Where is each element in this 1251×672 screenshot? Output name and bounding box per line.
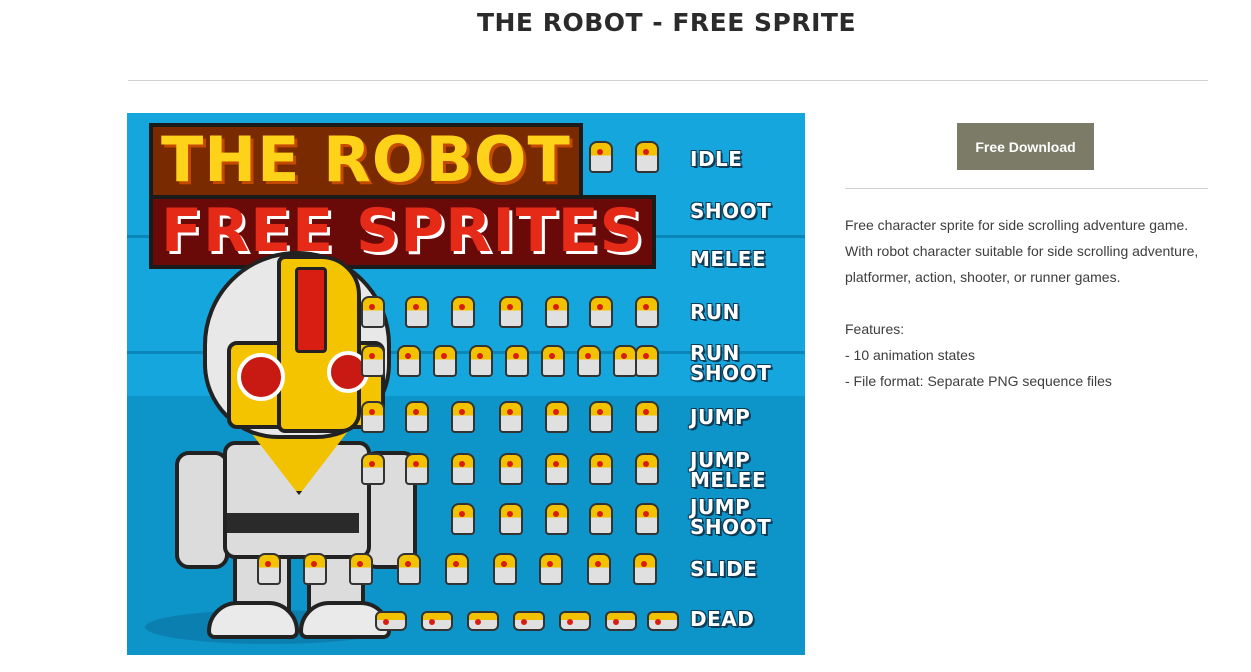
free-download-button[interactable]: Free Download xyxy=(957,123,1094,170)
sprite-frame xyxy=(559,611,591,631)
label-shoot: SHOOT xyxy=(690,199,772,223)
description-line: Free character sprite for side scrolling… xyxy=(845,217,1189,233)
sprite-frame xyxy=(541,345,565,377)
section-divider xyxy=(845,188,1208,189)
sprite-frame xyxy=(633,553,657,585)
sprite-frame xyxy=(545,453,569,485)
feature-item: - 10 animation states xyxy=(845,347,975,363)
sprite-frame xyxy=(469,345,493,377)
sprite-frame xyxy=(451,503,475,535)
sprite-frame xyxy=(405,401,429,433)
sprite-frame xyxy=(635,296,659,328)
sprite-frame xyxy=(405,453,429,485)
sprite-frame xyxy=(499,503,523,535)
sprite-preview-image: THE ROBOT FREE SPRITES IDLE SHOOT MELEE … xyxy=(127,113,805,655)
sprite-frame xyxy=(589,503,613,535)
sprite-frame xyxy=(647,611,679,631)
sprite-frame xyxy=(451,401,475,433)
sprite-frame xyxy=(545,503,569,535)
sprite-frame xyxy=(635,503,659,535)
label-run: RUN xyxy=(690,300,740,324)
sprite-frame xyxy=(451,453,475,485)
sprite-frame xyxy=(613,345,637,377)
sprite-frame xyxy=(451,296,475,328)
sprite-frame xyxy=(589,453,613,485)
sprite-frame xyxy=(361,453,385,485)
page-title: THE ROBOT - FREE SPRITE xyxy=(476,8,857,37)
sprite-frame xyxy=(589,141,613,173)
sprite-frame xyxy=(257,553,281,585)
sprite-frame xyxy=(421,611,453,631)
title-divider xyxy=(128,80,1208,81)
sprite-frame xyxy=(303,553,327,585)
sprite-frame xyxy=(545,296,569,328)
sprite-frame xyxy=(493,553,517,585)
sprite-frame xyxy=(589,401,613,433)
sprite-frame xyxy=(635,401,659,433)
label-jump: JUMP xyxy=(690,405,751,429)
sprite-frame xyxy=(467,611,499,631)
label-dead: DEAD xyxy=(690,607,755,631)
sprite-frame xyxy=(445,553,469,585)
sprite-frame xyxy=(361,401,385,433)
label-melee: MELEE xyxy=(690,247,767,271)
sprite-frame xyxy=(397,345,421,377)
sprite-frame xyxy=(605,611,637,631)
features-heading: Features: xyxy=(845,321,905,337)
sprite-frame xyxy=(405,296,429,328)
logo-title: THE ROBOT xyxy=(149,123,583,199)
sprite-frame xyxy=(635,345,659,377)
label-slide: SLIDE xyxy=(690,557,758,581)
sprite-frame xyxy=(433,345,457,377)
label-idle: IDLE xyxy=(690,147,743,171)
sprite-frame xyxy=(513,611,545,631)
sprite-frame xyxy=(577,345,601,377)
feature-item: - File format: Separate PNG sequence fil… xyxy=(845,373,1112,389)
sprite-frame xyxy=(589,296,613,328)
sprite-frame xyxy=(499,296,523,328)
sprite-frame xyxy=(635,141,659,173)
sprite-frame xyxy=(499,453,523,485)
sprite-frame xyxy=(545,401,569,433)
description: Free character sprite for side scrolling… xyxy=(845,212,1215,394)
label-jump-melee: JUMP MELEE xyxy=(690,448,767,492)
sprite-frame xyxy=(397,553,421,585)
sprite-frame xyxy=(349,553,373,585)
label-run-shoot: RUN SHOOT xyxy=(690,341,772,385)
sprite-frame xyxy=(361,296,385,328)
sprite-frame xyxy=(587,553,611,585)
label-jump-shoot: JUMP SHOOT xyxy=(690,495,772,539)
sprite-frame xyxy=(635,453,659,485)
sprite-frame xyxy=(375,611,407,631)
description-line: With robot character suitable for side s… xyxy=(845,243,1199,259)
sprite-frame xyxy=(499,401,523,433)
description-line: platformer, action, shooter, or runner g… xyxy=(845,269,1121,285)
sprite-frame xyxy=(539,553,563,585)
sprite-frame xyxy=(361,345,385,377)
sprite-frame xyxy=(505,345,529,377)
